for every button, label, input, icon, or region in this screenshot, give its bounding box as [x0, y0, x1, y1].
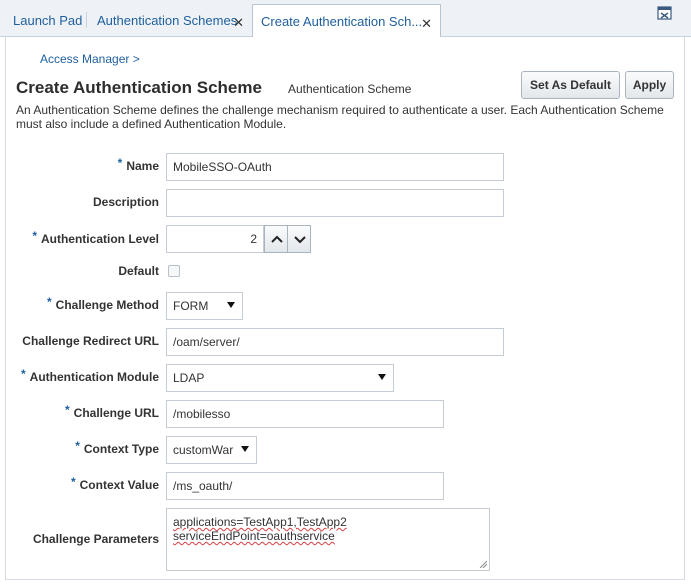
required-marker: * — [46, 295, 52, 309]
chevron-down-icon — [294, 236, 306, 244]
challenge-url-label: * Challenge URL — [64, 403, 159, 420]
tab-label: Authentication Schemes — [97, 13, 238, 28]
chevron-up-icon — [271, 235, 283, 243]
breadcrumb[interactable]: Access Manager > — [40, 52, 140, 66]
tab-authentication-schemes[interactable]: Authentication Schemes ✕ — [84, 4, 252, 37]
description-input[interactable] — [166, 189, 504, 217]
required-marker: * — [117, 156, 123, 170]
context-type-label: * Context Type — [75, 439, 159, 456]
default-checkbox[interactable] — [168, 265, 180, 277]
detach-window-icon[interactable] — [657, 5, 673, 21]
tab-label: Create Authentication Sch... — [261, 14, 423, 29]
required-marker: * — [64, 403, 70, 417]
challenge-redirect-url-input[interactable]: /oam/server/ — [166, 328, 504, 356]
challenge-redirect-url-label: Challenge Redirect URL — [22, 334, 159, 348]
decrement-button[interactable] — [287, 225, 311, 253]
challenge-parameters-textarea[interactable]: applications=TestApp1,TestApp2 serviceEn… — [166, 508, 490, 571]
page-subtitle: Authentication Scheme — [288, 82, 412, 96]
challenge-parameters-label: Challenge Parameters — [32, 532, 159, 546]
required-marker: * — [70, 475, 76, 489]
name-label: * Name — [117, 156, 159, 173]
authentication-module-label: * Authentication Module — [21, 367, 159, 384]
dropdown-arrow-icon — [378, 374, 386, 380]
tab-launch-pad[interactable]: Launch Pad — [0, 4, 87, 37]
dropdown-arrow-icon — [227, 302, 235, 308]
challenge-method-select[interactable]: FORM — [166, 292, 243, 320]
context-type-select[interactable]: customWar — [166, 436, 257, 464]
description-label: Description — [92, 195, 159, 209]
authentication-level-input[interactable]: 2 — [166, 225, 264, 253]
challenge-method-label: * Challenge Method — [46, 295, 159, 312]
authentication-level-label: * Authentication Level — [32, 229, 159, 246]
required-marker: * — [21, 367, 26, 381]
set-as-default-button[interactable]: Set As Default — [521, 71, 620, 99]
required-marker: * — [75, 439, 80, 453]
authentication-module-select[interactable]: LDAP — [166, 364, 394, 392]
required-marker: * — [32, 229, 37, 243]
dropdown-arrow-icon — [241, 446, 249, 452]
parameters-line: applications=TestApp1,TestApp2 — [173, 515, 347, 529]
close-icon[interactable]: ✕ — [421, 17, 432, 30]
page-title: Create Authentication Scheme — [16, 78, 262, 97]
context-value-input[interactable]: /ms_oauth/ — [166, 472, 444, 500]
selected-value: LDAP — [173, 371, 205, 385]
parameters-line: serviceEndPoint=oauthservice — [173, 529, 335, 543]
close-icon[interactable]: ✕ — [233, 16, 244, 29]
tab-create-authentication-scheme[interactable]: Create Authentication Sch... ✕ — [252, 4, 441, 38]
name-input[interactable]: MobileSSO-OAuth — [166, 153, 504, 181]
default-label: Default — [118, 264, 159, 278]
increment-button[interactable] — [264, 225, 288, 253]
context-value-label: * Context Value — [70, 475, 159, 492]
selected-value: FORM — [173, 299, 209, 313]
tab-bar: Launch Pad Authentication Schemes ✕ Crea… — [0, 0, 691, 38]
selected-value: customWar — [173, 443, 234, 457]
resize-grip-icon[interactable] — [479, 560, 487, 568]
tab-label: Launch Pad — [13, 13, 83, 28]
page-description: An Authentication Scheme defines the cha… — [16, 103, 664, 131]
challenge-url-input[interactable]: /mobilesso — [166, 400, 444, 428]
apply-button[interactable]: Apply — [625, 71, 674, 99]
